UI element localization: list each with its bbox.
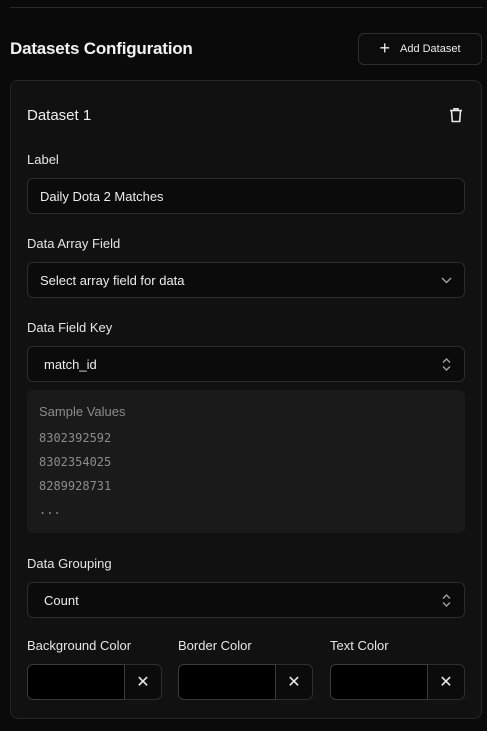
label-input[interactable]: Daily Dota 2 Matches <box>27 178 465 214</box>
text-color-group: Text Color ✕ <box>330 638 465 700</box>
background-color-group: Background Color ✕ <box>27 638 162 700</box>
trash-icon[interactable] <box>447 106 465 124</box>
sample-values-title: Sample Values <box>39 404 126 419</box>
data-array-field-select[interactable]: Select array field for data <box>27 262 465 298</box>
data-array-field-value: Select array field for data <box>40 272 185 288</box>
border-color-swatch[interactable] <box>178 664 276 700</box>
plus-icon: + <box>379 37 390 58</box>
add-dataset-label: Add Dataset <box>399 42 461 55</box>
dataset-card-header: Dataset 1 <box>27 101 465 129</box>
background-color-swatch[interactable] <box>27 664 125 700</box>
text-color-swatch[interactable] <box>330 664 428 700</box>
dataset-card: Dataset 1 Label Daily Dota 2 Matches Dat… <box>10 80 482 719</box>
data-field-key-label: Data Field Key <box>27 320 113 335</box>
label-input-value: Daily Dota 2 Matches <box>40 188 164 204</box>
close-icon[interactable]: ✕ <box>276 664 313 700</box>
section-header: Datasets Configuration + Add Dataset <box>10 32 482 65</box>
text-color-label: Text Color <box>330 638 389 653</box>
close-icon[interactable]: ✕ <box>125 664 162 700</box>
section-title: Datasets Configuration <box>10 38 193 58</box>
chevron-down-icon <box>428 277 464 284</box>
border-color-group: Border Color ✕ <box>178 638 313 700</box>
chevron-up-down-icon <box>428 593 464 607</box>
sample-value: 8289928731 <box>39 479 112 493</box>
chevron-up-down-icon <box>428 357 464 371</box>
label-field-label: Label <box>27 152 59 167</box>
sample-value: 8302354025 <box>39 455 112 469</box>
sample-values-panel: Sample Values 8302392592 8302354025 8289… <box>27 390 465 533</box>
data-field-key-value: match_id <box>44 356 97 372</box>
data-array-field-label: Data Array Field <box>27 236 121 251</box>
data-grouping-select[interactable]: Count <box>27 582 465 618</box>
sample-value: 8302392592 <box>39 431 112 445</box>
sample-value-ellipsis: ... <box>39 503 61 517</box>
background-color-label: Background Color <box>27 638 132 653</box>
add-dataset-button[interactable]: + Add Dataset <box>358 32 482 65</box>
close-icon[interactable]: ✕ <box>428 664 465 700</box>
data-field-key-select[interactable]: match_id <box>27 346 465 382</box>
data-grouping-value: Count <box>44 592 79 608</box>
top-divider <box>10 7 483 8</box>
border-color-label: Border Color <box>178 638 252 653</box>
dataset-title: Dataset 1 <box>27 106 92 124</box>
data-grouping-label: Data Grouping <box>27 556 112 571</box>
